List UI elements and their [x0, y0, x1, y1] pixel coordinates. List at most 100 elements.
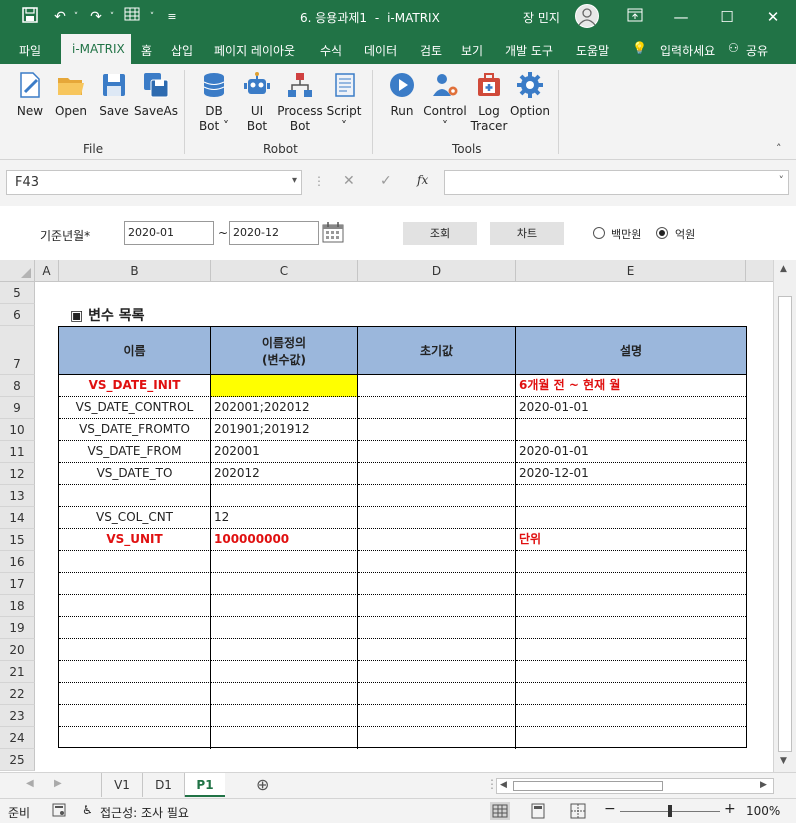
initial-value-cell[interactable]: [358, 375, 516, 397]
control-button[interactable]: Control ˅: [421, 70, 469, 134]
initial-value-cell[interactable]: [358, 463, 516, 485]
accessibility-status[interactable]: 접근성: 조사 필요: [100, 804, 189, 821]
row-header[interactable]: 20: [0, 639, 35, 661]
tab-view[interactable]: 보기: [461, 42, 483, 59]
row-header[interactable]: 15: [0, 529, 35, 551]
row-header[interactable]: 8: [0, 375, 35, 397]
vertical-scroll-thumb[interactable]: [778, 296, 792, 752]
normal-view-icon[interactable]: [490, 802, 510, 820]
definition-cell[interactable]: [211, 595, 358, 617]
scroll-up-icon[interactable]: ▲: [780, 264, 787, 274]
initial-value-cell[interactable]: [358, 485, 516, 507]
tab-formulas[interactable]: 수식: [320, 42, 342, 59]
name-cell[interactable]: [59, 617, 211, 639]
redo-dropdown-icon[interactable]: ˅: [102, 7, 122, 27]
collapse-ribbon-icon[interactable]: ˄: [776, 142, 782, 155]
description-cell[interactable]: [516, 485, 746, 507]
next-sheet-icon[interactable]: ▶: [54, 778, 62, 789]
description-cell[interactable]: [516, 705, 746, 727]
name-cell[interactable]: [59, 661, 211, 683]
avatar[interactable]: [575, 4, 599, 28]
definition-cell[interactable]: [211, 683, 358, 705]
customize-toolbar-icon[interactable]: ≡: [162, 7, 182, 27]
description-cell[interactable]: [516, 551, 746, 573]
sheet-tab-v1[interactable]: V1: [101, 773, 143, 797]
calendar-icon[interactable]: [322, 221, 344, 246]
insert-function-icon[interactable]: fx: [417, 173, 428, 187]
undo-dropdown-icon[interactable]: ˅: [66, 7, 86, 27]
tab-review[interactable]: 검토: [420, 42, 442, 59]
initial-value-cell[interactable]: [358, 661, 516, 683]
header-initial-value[interactable]: 초기값: [358, 327, 516, 375]
header-definition[interactable]: 이름정의 (변수값): [211, 327, 358, 375]
description-cell[interactable]: [516, 419, 746, 441]
tab-developer[interactable]: 개발 도구: [505, 42, 553, 59]
macro-record-icon[interactable]: [52, 803, 66, 820]
row-header[interactable]: 16: [0, 551, 35, 573]
minimize-icon[interactable]: —: [670, 6, 692, 28]
name-cell[interactable]: [59, 573, 211, 595]
initial-value-cell[interactable]: [358, 595, 516, 617]
initial-value-cell[interactable]: [358, 397, 516, 419]
save-icon[interactable]: [20, 7, 40, 27]
definition-cell[interactable]: 201901;201912: [211, 419, 358, 441]
name-cell[interactable]: VS_DATE_TO: [59, 463, 211, 485]
name-cell[interactable]: [59, 705, 211, 727]
column-header-f[interactable]: [746, 260, 773, 282]
user-name[interactable]: 장 민지: [523, 9, 560, 26]
initial-value-cell[interactable]: [358, 573, 516, 595]
column-header-d[interactable]: D: [358, 260, 516, 282]
tab-insert[interactable]: 삽입: [171, 42, 193, 59]
description-cell[interactable]: [516, 507, 746, 529]
db-bot-button[interactable]: DB Bot ˅: [190, 70, 238, 134]
definition-cell[interactable]: [211, 375, 358, 397]
description-cell[interactable]: 단위: [516, 529, 746, 551]
expand-formula-icon[interactable]: ˅: [779, 174, 785, 187]
name-cell[interactable]: VS_DATE_INIT: [59, 375, 211, 397]
zoom-out-icon[interactable]: −: [604, 801, 616, 817]
section-title[interactable]: ▣ 변수 목록: [70, 305, 145, 325]
save-ribbon-button[interactable]: Save: [90, 70, 138, 119]
description-cell[interactable]: 6개월 전 ~ 현재 월: [516, 375, 746, 397]
column-header-a[interactable]: A: [35, 260, 59, 282]
scroll-right-icon[interactable]: ▶: [760, 780, 767, 790]
format-table-icon[interactable]: [122, 7, 142, 27]
row-header[interactable]: 25: [0, 749, 35, 771]
definition-cell[interactable]: [211, 727, 358, 749]
name-cell[interactable]: [59, 683, 211, 705]
row-header[interactable]: 6: [0, 304, 35, 326]
name-cell[interactable]: VS_DATE_CONTROL: [59, 397, 211, 419]
tab-file[interactable]: 파일: [19, 42, 41, 59]
script-button[interactable]: Script ˅: [320, 70, 368, 134]
page-layout-view-icon[interactable]: [530, 803, 546, 822]
definition-cell[interactable]: [211, 705, 358, 727]
unit-radio-hundred-million[interactable]: [656, 227, 668, 239]
chart-button[interactable]: 차트: [490, 222, 564, 245]
initial-value-cell[interactable]: [358, 507, 516, 529]
name-cell[interactable]: [59, 595, 211, 617]
description-cell[interactable]: 2020-12-01: [516, 463, 746, 485]
add-sheet-icon[interactable]: ⊕: [256, 775, 269, 794]
description-cell[interactable]: [516, 573, 746, 595]
initial-value-cell[interactable]: [358, 551, 516, 573]
name-box-dropdown-icon[interactable]: ▾: [292, 175, 297, 186]
description-cell[interactable]: 2020-01-01: [516, 441, 746, 463]
prev-sheet-icon[interactable]: ◀: [26, 778, 34, 789]
definition-cell[interactable]: [211, 617, 358, 639]
row-header[interactable]: 24: [0, 727, 35, 749]
name-box[interactable]: F43 ▾: [6, 170, 302, 195]
zoom-in-icon[interactable]: +: [724, 801, 736, 817]
name-cell[interactable]: [59, 639, 211, 661]
cancel-entry-icon[interactable]: ✕: [343, 173, 355, 189]
scroll-down-icon[interactable]: ▼: [780, 756, 787, 766]
row-header[interactable]: 5: [0, 282, 35, 304]
vertical-scrollbar[interactable]: ▲ ▼: [773, 260, 796, 772]
name-cell[interactable]: VS_COL_CNT: [59, 507, 211, 529]
name-cell[interactable]: [59, 485, 211, 507]
sheet-tab-p1[interactable]: P1: [185, 773, 225, 797]
tab-home[interactable]: 홈: [141, 42, 152, 59]
row-header[interactable]: 17: [0, 573, 35, 595]
close-icon[interactable]: ✕: [762, 6, 784, 28]
description-cell[interactable]: 2020-01-01: [516, 397, 746, 419]
formula-input[interactable]: ˅: [444, 170, 789, 195]
